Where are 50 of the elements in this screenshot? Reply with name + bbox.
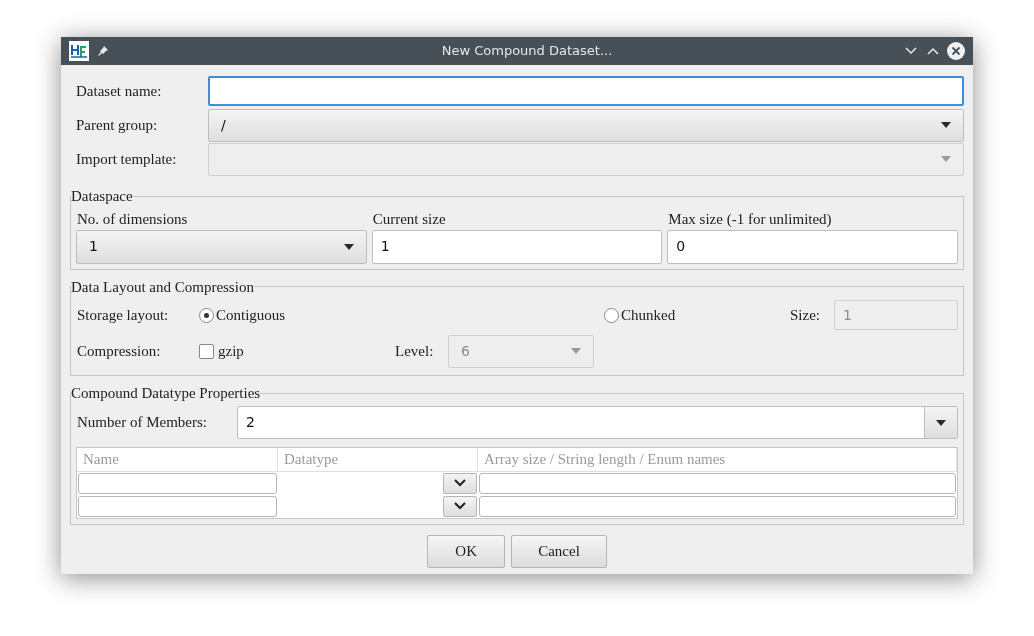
column-label: Max size (-1 for unlimited): [667, 209, 833, 229]
column-label: Current size: [371, 209, 447, 229]
radio-button[interactable]: [199, 307, 214, 323]
dropdown[interactable]: /: [208, 108, 964, 142]
app-logo-icon: [69, 41, 89, 61]
column-header: Datatype: [278, 447, 478, 472]
group-title: Data Layout and Compression: [71, 277, 254, 297]
column-header: Array size / String length / Enum names: [478, 447, 957, 472]
input-field[interactable]: 0: [667, 229, 958, 264]
group-title: Dataspace: [71, 187, 133, 206]
dialog-button[interactable]: Cancel: [511, 534, 607, 568]
pin-icon[interactable]: [97, 45, 109, 57]
group-title: Compound Datatype Properties: [71, 384, 261, 403]
checkbox[interactable]: [199, 343, 214, 359]
caret-icon: [343, 243, 354, 250]
window-title: New Compound Dataset...: [440, 42, 614, 61]
name-input[interactable]: [78, 472, 277, 494]
array-size-input[interactable]: [479, 472, 956, 494]
caret-icon: [941, 156, 951, 162]
field-label: Level:: [395, 341, 435, 361]
close-icon[interactable]: [947, 42, 965, 60]
datatype-dropdown-button[interactable]: [443, 472, 477, 494]
dialog-button[interactable]: OK: [427, 534, 506, 568]
field-label: Parent group:: [75, 115, 159, 135]
dropdown[interactable]: 1: [76, 229, 367, 264]
radio-label: Chunked: [621, 305, 676, 325]
caret-icon: [571, 348, 581, 354]
chevron-icon: [454, 502, 466, 510]
checkbox-label: gzip: [218, 341, 244, 361]
caret-icon: [936, 419, 946, 426]
column-header: Name: [77, 447, 278, 472]
members-dropdown[interactable]: 2: [237, 406, 958, 439]
name-input[interactable]: [78, 495, 277, 517]
radio-label: Contiguous: [216, 305, 286, 325]
field-label: Dataset name:: [75, 81, 163, 101]
field-label: Size:: [790, 305, 821, 325]
chevron-icon: [454, 479, 466, 487]
maximize-icon[interactable]: [927, 47, 939, 55]
input-field[interactable]: 1: [371, 229, 663, 264]
minimize-icon[interactable]: [905, 47, 917, 55]
field-label: Import template:: [75, 149, 178, 169]
field-label: Compression:: [77, 341, 162, 361]
column-label: No. of dimensions: [76, 209, 189, 229]
field-label: Storage layout:: [77, 305, 170, 325]
caret-icon: [941, 122, 951, 128]
input-field[interactable]: [208, 76, 964, 106]
datatype-dropdown-button[interactable]: [443, 495, 477, 517]
field-label: Number of Members:: [77, 413, 208, 433]
radio-button[interactable]: [604, 307, 619, 323]
array-size-input[interactable]: [479, 495, 956, 517]
